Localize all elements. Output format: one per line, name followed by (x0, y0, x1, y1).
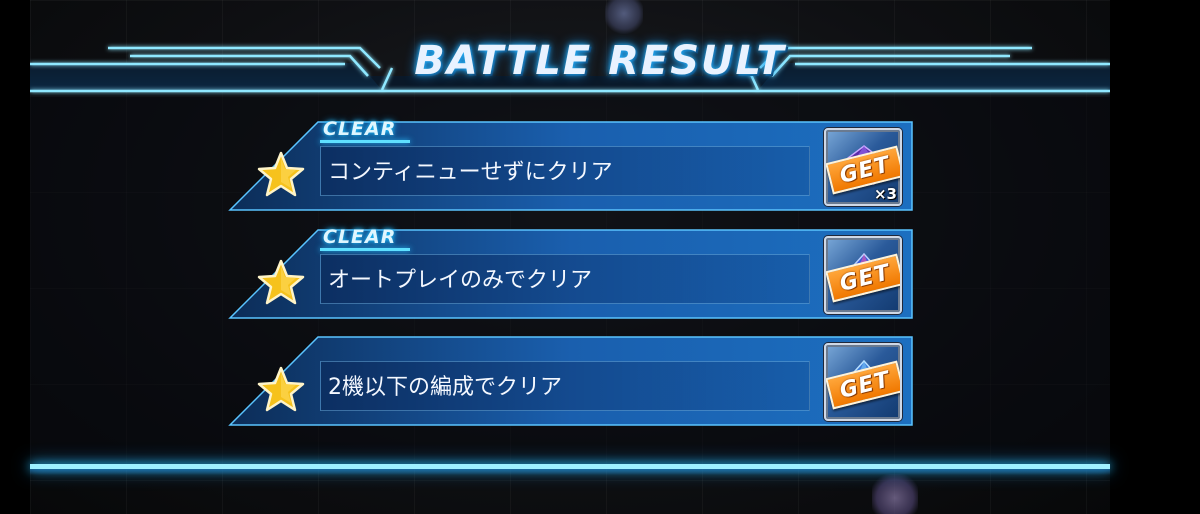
result-header: BATTLE RESULT (30, 0, 1110, 94)
reward-icon[interactable]: GET (824, 236, 902, 314)
bottom-divider-glow (30, 469, 1110, 475)
clear-label: CLEAR (323, 118, 397, 140)
mission-row-1: CLEAR コンティニューせずにクリア GET ×3 (228, 118, 914, 212)
mission-row-2: CLEAR オートプレイのみでクリア GET (228, 226, 914, 320)
battle-result-title: BATTLE RESULT (414, 38, 786, 84)
star-icon (257, 259, 305, 305)
clear-underline (320, 248, 410, 251)
background-character-bottom (872, 474, 918, 514)
reward-quantity: ×3 (873, 185, 897, 203)
get-label: GET (837, 151, 893, 189)
condition-text: オートプレイのみでクリア (328, 268, 593, 293)
get-label: GET (837, 259, 893, 297)
mission-row-3: 2機以下の編成でクリア GET (228, 335, 914, 427)
reward-icon[interactable]: GET (824, 343, 902, 421)
clear-label: CLEAR (323, 226, 397, 248)
clear-underline (320, 140, 410, 143)
get-label: GET (837, 366, 893, 404)
reward-icon[interactable]: GET ×3 (824, 128, 902, 206)
condition-text: コンティニューせずにクリア (328, 160, 613, 185)
star-icon (257, 366, 305, 412)
condition-text: 2機以下の編成でクリア (328, 375, 562, 400)
star-icon (257, 151, 305, 197)
